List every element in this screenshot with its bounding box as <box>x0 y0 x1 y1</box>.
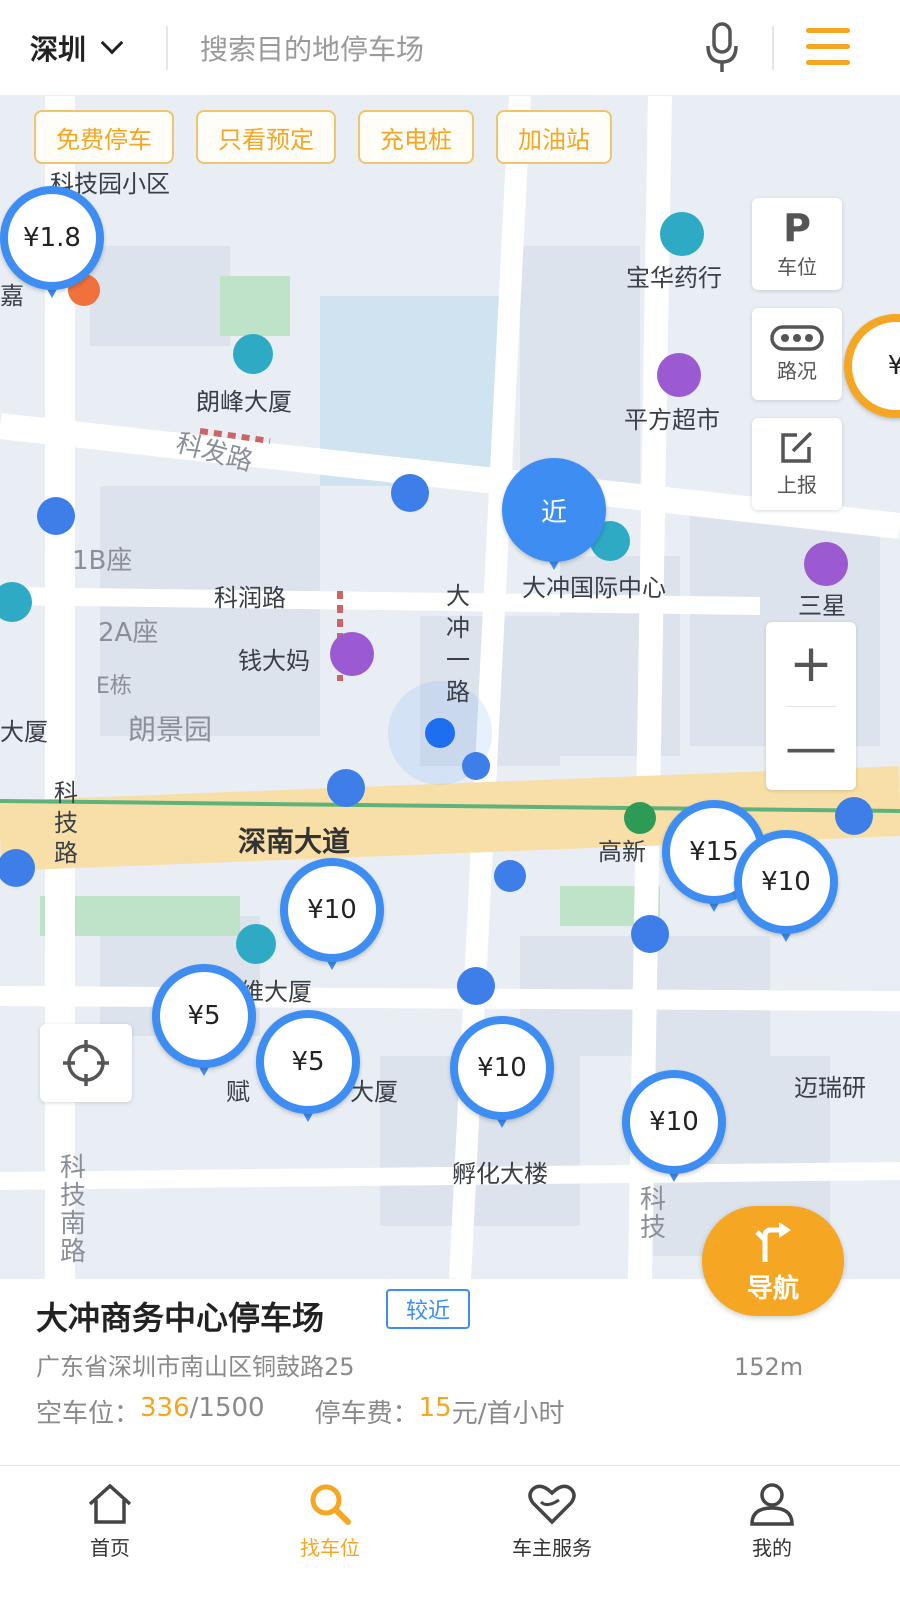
map-label: 2A座 <box>98 618 159 648</box>
tab-label: 首页 <box>90 1536 130 1560</box>
price-pin[interactable]: ¥5 <box>152 964 256 1084</box>
traffic-layer-label: 路况 <box>777 358 817 383</box>
city-selector[interactable]: 深圳 <box>30 28 124 68</box>
zoom-in-button[interactable]: + <box>766 622 856 706</box>
crosshair-icon <box>63 1040 109 1086</box>
microphone-icon[interactable] <box>705 22 739 74</box>
pin-label: ¥10 <box>450 1016 554 1120</box>
divider <box>166 26 168 70</box>
spaces-free: 336 <box>140 1393 190 1423</box>
tab-owner-service[interactable]: 车主服务 <box>472 1482 632 1561</box>
report-label: 上报 <box>777 472 817 497</box>
lot-stats: 空车位： 336 /1500 停车费： 15 元/首小时 <box>36 1393 564 1430</box>
map-label: 科技路 <box>54 779 78 867</box>
map-label: 1B座 <box>72 546 133 576</box>
zoom-control: + — <box>766 622 856 790</box>
map-label: 科润路 <box>214 584 286 612</box>
pin-label: ¥1.8 <box>0 186 104 290</box>
price-pin[interactable]: ¥10 <box>280 858 384 978</box>
price-pin[interactable]: ¥ <box>844 314 900 434</box>
pin-label: ¥5 <box>256 1010 360 1114</box>
fee-label: 停车费： <box>314 1399 419 1429</box>
near-tag: 较近 <box>386 1289 471 1329</box>
filter-chips: 免费停车 只看预定 充电桩 加油站 <box>34 110 612 164</box>
report-button[interactable]: 上报 <box>752 418 842 510</box>
spaces-label: 空车位： <box>36 1399 141 1429</box>
pin-label: ¥5 <box>152 964 256 1068</box>
lot-name: 大冲商务中心停车场 <box>36 1299 325 1337</box>
pin-label: ¥10 <box>734 830 838 934</box>
price-pin[interactable]: ¥5 <box>256 1010 360 1130</box>
map-label: 大厦 <box>0 718 48 746</box>
search-input[interactable]: 搜索目的地停车场 <box>200 28 424 68</box>
filter-gas-station[interactable]: 加油站 <box>496 110 612 164</box>
tab-find-parking[interactable]: 找车位 <box>250 1482 410 1561</box>
divider <box>772 26 774 70</box>
tab-label: 车主服务 <box>512 1536 592 1560</box>
map-label: 宝华药行 <box>626 264 722 292</box>
road-label-shennan: 深南大道 <box>238 825 351 858</box>
top-search-bar: 深圳 搜索目的地停车场 <box>0 0 900 96</box>
navigate-label: 导航 <box>746 1273 799 1304</box>
price-pin[interactable]: ¥1.8 <box>0 186 104 306</box>
traffic-layer-button[interactable]: 路况 <box>752 308 842 400</box>
map-label: 朗峰大厦 <box>196 388 292 416</box>
turn-right-icon <box>755 1221 791 1262</box>
map-label: 三星 <box>798 592 846 620</box>
price-pin[interactable]: ¥10 <box>450 1016 554 1136</box>
parking-icon: P <box>783 205 811 250</box>
map-label: 朗景园 <box>128 713 213 746</box>
tab-mine[interactable]: 我的 <box>692 1482 852 1561</box>
price-pin[interactable]: ¥10 <box>734 830 838 950</box>
pin-label: ¥ <box>844 314 900 418</box>
map-label: 大冲一路 <box>446 582 470 706</box>
map-view[interactable]: 科技园小区 嘉 朗峰大厦 科发路 1B座 2A座 E栋 大厦 朗景园 科润路 钱… <box>0 96 900 1279</box>
map-label: E栋 <box>96 674 132 699</box>
price-pin[interactable]: ¥10 <box>622 1070 726 1190</box>
user-icon <box>750 1483 794 1526</box>
search-icon <box>310 1484 351 1525</box>
tab-label: 找车位 <box>300 1536 360 1560</box>
zoom-out-button[interactable]: — <box>766 706 856 790</box>
map-label: 平方超市 <box>624 406 720 434</box>
map-label: 孵化大楼 <box>452 1160 548 1188</box>
map-label: 科技 <box>640 1185 667 1243</box>
pin-label: ¥10 <box>280 858 384 962</box>
pin-label: 近 <box>502 458 606 562</box>
fee-unit: 元/首小时 <box>451 1399 565 1429</box>
navigate-button[interactable]: 导航 <box>702 1206 844 1316</box>
menu-icon[interactable] <box>806 28 850 66</box>
home-icon <box>88 1483 132 1524</box>
filter-free-parking[interactable]: 免费停车 <box>34 110 174 164</box>
edit-icon <box>781 431 813 463</box>
map-label: 迈瑞研 <box>794 1074 866 1102</box>
parking-layer-button[interactable]: P 车位 <box>752 198 842 290</box>
spaces-total: /1500 <box>189 1393 265 1423</box>
filter-bookable[interactable]: 只看预定 <box>196 110 336 164</box>
city-name: 深圳 <box>30 33 87 66</box>
map-label: 钱大妈 <box>238 647 310 675</box>
chevron-down-icon <box>100 31 124 55</box>
parking-layer-label: 车位 <box>777 254 817 279</box>
tab-label: 我的 <box>752 1536 792 1560</box>
lot-address: 广东省深圳市南山区铜鼓路25 <box>36 1353 355 1381</box>
distance: 152m <box>734 1353 804 1381</box>
nearest-pin[interactable]: 近 <box>502 458 606 578</box>
fee-value: 15 <box>418 1393 452 1423</box>
filter-charging[interactable]: 充电桩 <box>358 110 474 164</box>
bottom-tab-bar: 首页 找车位 车主服务 我的 <box>0 1465 900 1600</box>
heart-icon <box>528 1484 576 1525</box>
pin-label: ¥10 <box>622 1070 726 1174</box>
traffic-icon <box>770 324 824 351</box>
tab-home[interactable]: 首页 <box>30 1482 190 1561</box>
map-label: 高新 <box>598 838 646 866</box>
map-label: 科技南路 <box>60 1153 87 1267</box>
locate-button[interactable] <box>40 1024 132 1102</box>
